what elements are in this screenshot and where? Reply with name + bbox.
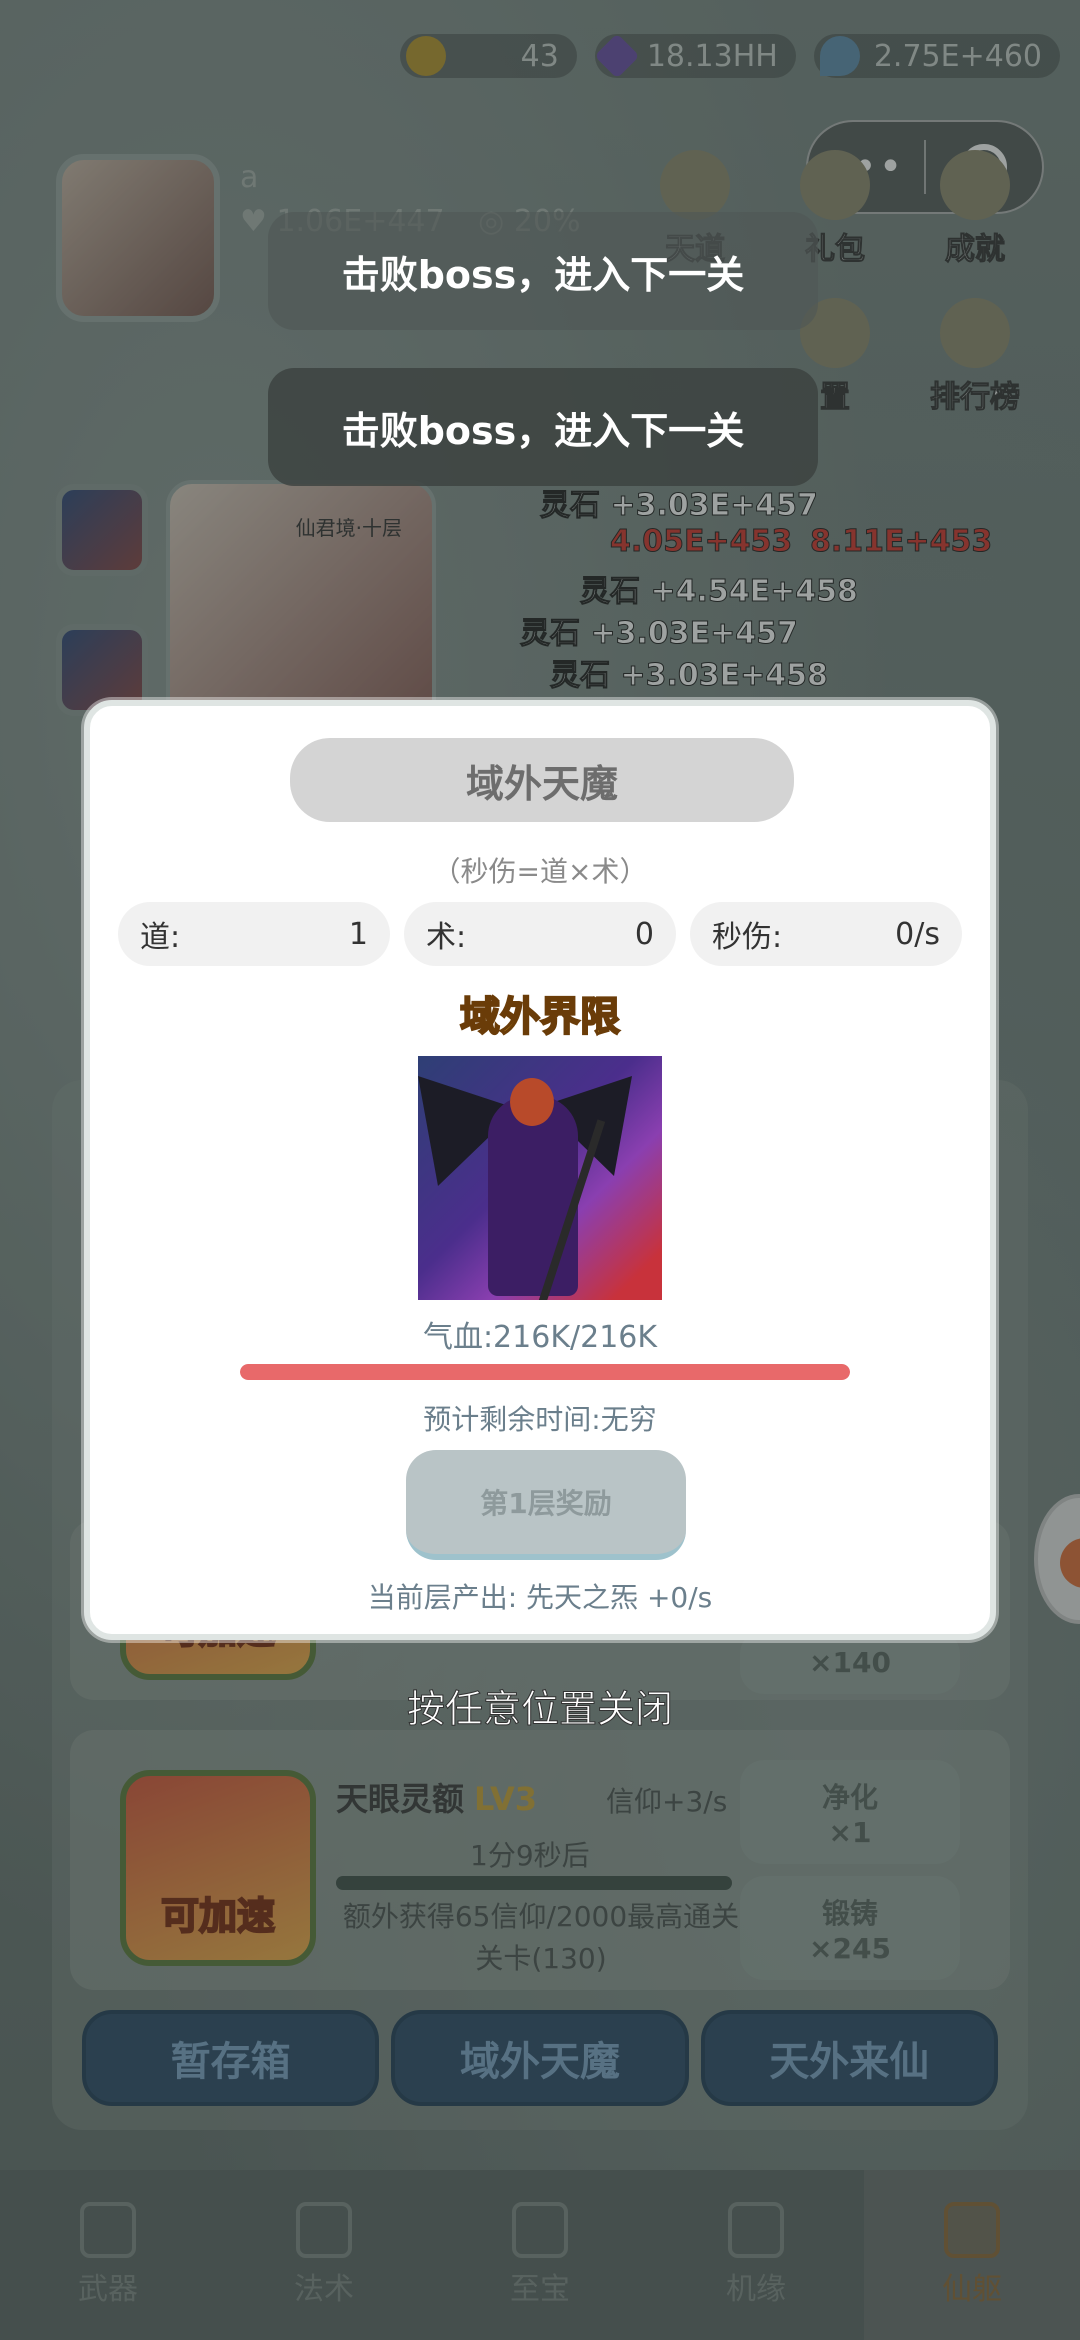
- stat-label: 秒伤:: [712, 920, 783, 955]
- layer-output: 当前层产出: 先天之炁 +0/s: [367, 1581, 713, 1614]
- boss-hp-bar: [240, 1364, 850, 1380]
- boss-hp-fill: [240, 1364, 850, 1380]
- stat-label: 术:: [426, 920, 467, 955]
- remaining-time: 预计剩余时间:无穷: [423, 1403, 657, 1436]
- close-hint: 按任意位置关闭: [406, 1687, 673, 1732]
- toast-message: 击败boss，进入下一关: [268, 368, 818, 486]
- stat-dao: 道: 1: [118, 902, 390, 966]
- outer-demon-modal: 域外天魔 （秒伤=道×术） 道: 1 术: 0 秒伤: 0/s 域外界限 气血:…: [84, 700, 996, 1640]
- stat-dps: 秒伤: 0/s: [690, 902, 962, 966]
- stat-pills: 道: 1 术: 0 秒伤: 0/s: [118, 902, 962, 966]
- modal-title: 域外天魔: [290, 738, 794, 822]
- dps-formula: （秒伤=道×术）: [432, 855, 648, 888]
- boss-name: 域外界限: [459, 993, 621, 1041]
- boss-portrait: [418, 1056, 662, 1300]
- stat-label: 道:: [140, 920, 181, 955]
- stat-value: 0/s: [895, 916, 940, 952]
- stat-value: 0: [634, 916, 654, 952]
- boss-hp-text: 气血:216K/216K: [422, 1320, 658, 1355]
- toast-message: 击败boss，进入下一关: [268, 212, 818, 330]
- stat-shu: 术: 0: [404, 902, 676, 966]
- boss-head: [510, 1078, 554, 1126]
- layer-reward-button[interactable]: 第1层奖励: [406, 1450, 686, 1560]
- stat-value: 1: [348, 916, 368, 952]
- boss-body: [488, 1096, 578, 1296]
